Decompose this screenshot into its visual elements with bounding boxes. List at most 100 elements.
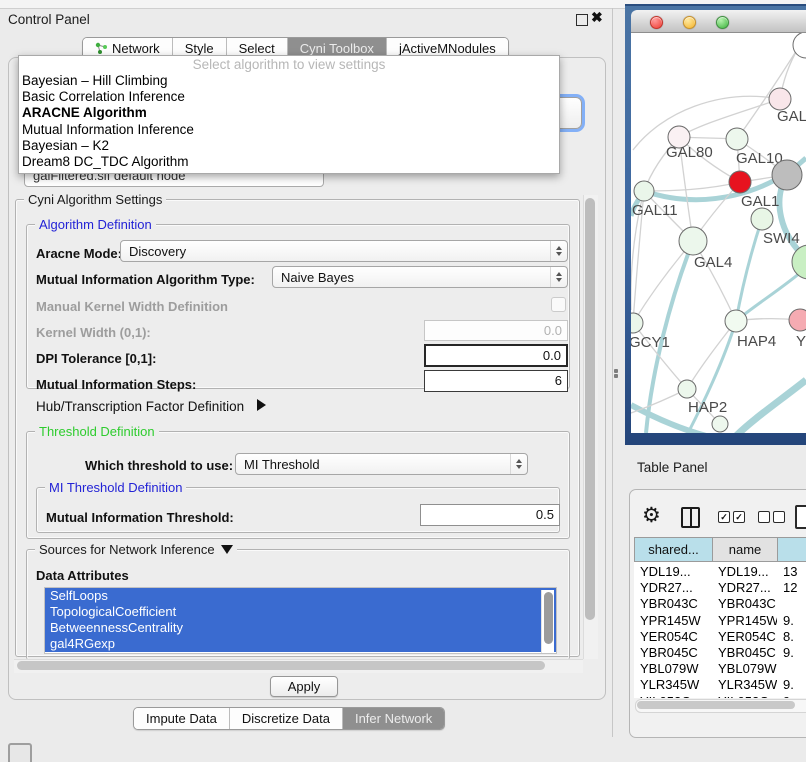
algorithm-option[interactable]: Dream8 DC_TDC Algorithm [19,154,559,170]
mi-threshold-field[interactable]: 0.5 [420,504,560,526]
table-cell[interactable]: 8. [777,629,806,645]
network-node-gal1[interactable] [729,171,751,193]
table-cell[interactable]: YBL079W [712,661,777,677]
algorithm-option[interactable]: Bayesian – K2 [19,138,559,154]
data-attribute-item[interactable]: gal4RGexp [45,636,556,652]
table-cell[interactable]: YDR27... [712,580,777,596]
table-row[interactable]: YDR27...YDR27...12 [634,580,806,596]
table-cell[interactable]: YLR345W [634,677,712,693]
table-settings-gear-icon[interactable]: ⚙ [642,504,661,528]
network-node-gal11[interactable] [634,181,654,201]
network-edge[interactable] [687,321,736,389]
settings-vertical-scrollbar-thumb[interactable] [585,198,595,620]
mi-type-select[interactable]: Naive Bayes [272,266,568,288]
table-horizontal-scrollbar-thumb[interactable] [637,701,795,709]
window-zoom-icon[interactable] [716,16,729,29]
table-row[interactable]: YER054CYER054C8. [634,629,806,645]
table-cell[interactable] [777,596,806,612]
algorithm-option[interactable]: Bayesian – Hill Climbing [19,73,559,89]
table-cell[interactable]: YDL19... [712,564,777,580]
data-attribute-item[interactable]: BetweennessCentrality [45,620,556,636]
group-title: Algorithm Definition [35,217,156,232]
network-edge[interactable] [736,380,806,433]
network-edge[interactable] [633,96,780,150]
table-column-header[interactable] [777,537,806,562]
table-cell[interactable]: 9. [777,694,806,698]
manual-kernel-checkbox[interactable] [551,297,566,312]
table-cell[interactable]: YBR045C [712,645,777,661]
table-row[interactable]: YLR345WYLR345W9. [634,677,806,693]
table-cell[interactable]: YER054C [634,629,712,645]
table-cell[interactable]: YLR345W [712,677,777,693]
close-panel-icon[interactable]: ✖ [591,9,603,26]
network-node-gal4[interactable] [679,227,707,255]
data-attribute-item[interactable]: TopologicalCoefficient [45,604,556,620]
list-scrollbar[interactable] [541,590,554,653]
split-columns-icon[interactable] [681,507,700,528]
table-cell[interactable]: YBR043C [712,596,777,612]
table-cell[interactable]: YBR045C [634,645,712,661]
table-column-header[interactable]: name [712,537,778,562]
table-row[interactable]: YBL079WYBL079W [634,661,806,677]
network-node[interactable] [772,160,802,190]
table-cell[interactable]: 9. [777,645,806,661]
table-cell[interactable]: 9. [777,677,806,693]
float-panel-icon[interactable] [576,14,588,26]
table-row[interactable]: YDL19...YDL19...13 [634,564,806,580]
data-attributes-list[interactable]: SelfLoopsTopologicalCoefficientBetweenne… [44,587,557,654]
window-close-icon[interactable] [650,16,663,29]
table-cell[interactable]: YPR145W [634,613,712,629]
dpi-tolerance-field[interactable]: 0.0 [424,344,568,367]
data-attribute-item[interactable]: SelfLoops [45,588,556,604]
network-canvas[interactable]: GALGAL80GAL10GAL1GAL11SWI4GAL4GCY1HAP4YH… [631,33,806,433]
network-node-gcy1[interactable] [631,313,643,333]
network-node-hap2[interactable] [678,380,696,398]
table-row[interactable]: YIL052CYIL052C9. [634,694,806,698]
table-cell[interactable]: 12 [777,580,806,596]
network-node[interactable] [792,245,806,279]
list-scrollbar-thumb[interactable] [544,592,553,644]
network-node[interactable] [712,416,728,432]
export-table-icon[interactable] [795,505,806,529]
algorithm-option[interactable]: Mutual Information Inference [19,122,559,138]
table-row[interactable]: YBR045CYBR045C9. [634,645,806,661]
table-cell[interactable]: 13 [777,564,806,580]
network-node-swi4[interactable] [751,208,773,230]
minimized-panel-button[interactable] [8,743,32,762]
select-all-columns-icon[interactable]: ✓✓ [718,511,745,523]
table-cell[interactable]: 9. [777,613,806,629]
algorithm-option[interactable]: Basic Correlation Inference [19,89,559,105]
algorithm-option[interactable]: ARACNE Algorithm [19,105,559,121]
table-cell[interactable]: YDR27... [634,580,712,596]
table-cell[interactable]: YBR043C [634,596,712,612]
network-edge[interactable] [633,241,693,323]
settings-horizontal-scrollbar-thumb[interactable] [17,661,545,670]
deselect-columns-icon[interactable] [758,511,785,523]
network-edge[interactable] [644,182,740,191]
window-minimize-icon[interactable] [683,16,696,29]
table-cell[interactable]: YIL052C [712,694,777,698]
table-column-header[interactable]: shared... [634,537,713,562]
tab-impute-data[interactable]: Impute Data [134,708,229,729]
network-node-y[interactable] [789,309,806,331]
network-node-hap4[interactable] [725,310,747,332]
which-threshold-select[interactable]: MI Threshold [235,453,528,475]
table-cell[interactable]: YDL19... [634,564,712,580]
network-node-gal[interactable] [769,88,791,110]
hub-definition-toggle[interactable]: Hub/Transcription Factor Definition [36,399,266,414]
table-cell[interactable]: YER054C [712,629,777,645]
table-cell[interactable]: YPR145W [712,613,777,629]
table-cell[interactable]: YIL052C [634,694,712,698]
table-cell[interactable] [777,661,806,677]
tab-discretize-data[interactable]: Discretize Data [229,708,342,729]
table-cell[interactable]: YBL079W [634,661,712,677]
kernel-width-field[interactable]: 0.0 [424,320,568,341]
network-node-gal10[interactable] [726,128,748,150]
tab-infer-network[interactable]: Infer Network [342,708,444,729]
apply-button[interactable]: Apply [270,676,338,697]
splitter-grip[interactable] [613,368,619,380]
mi-steps-field[interactable]: 6 [424,370,568,392]
aracne-mode-select[interactable]: Discovery [120,240,568,262]
table-row[interactable]: YPR145WYPR145W9. [634,613,806,629]
table-row[interactable]: YBR043CYBR043C [634,596,806,612]
